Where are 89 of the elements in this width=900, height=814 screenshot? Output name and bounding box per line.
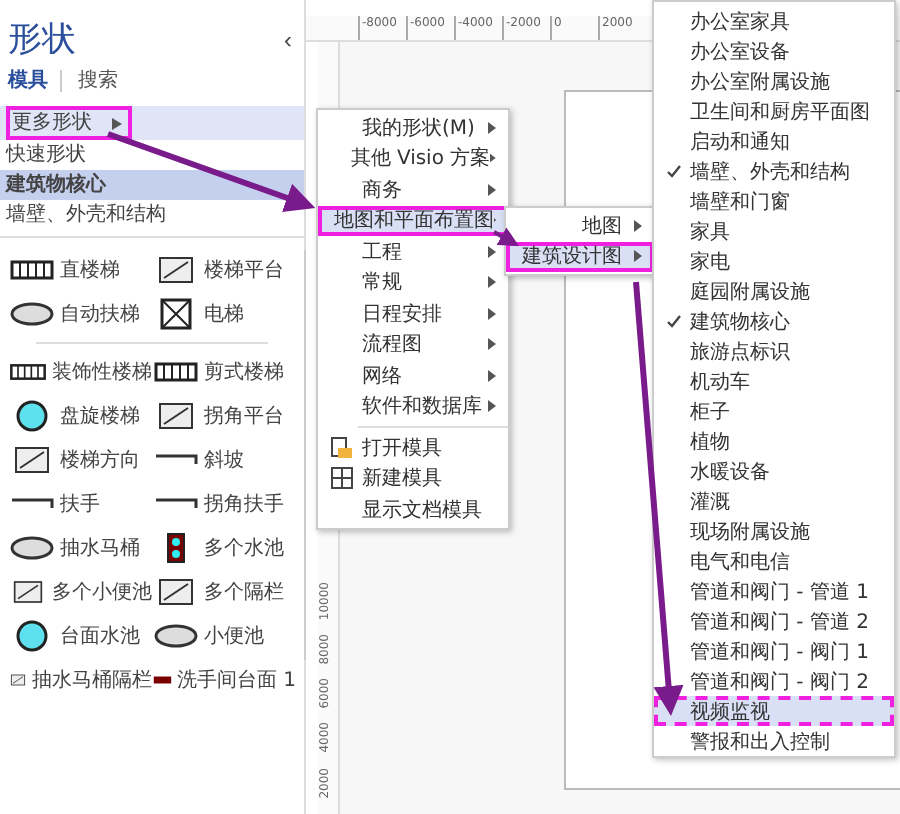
stencil-item[interactable]: 快速形状: [0, 140, 304, 170]
menu-item[interactable]: 商务: [318, 174, 508, 205]
shape-label: 电梯: [204, 301, 244, 328]
submenu-arrow-icon: [488, 400, 496, 413]
menu-item[interactable]: 流程图: [318, 329, 508, 360]
submenu-arrow-icon: [634, 219, 642, 232]
submenu-arrow-icon: [488, 245, 496, 258]
stencil-item[interactable]: 墙壁、外壳和结构: [0, 200, 304, 230]
shape-label: 抽水马桶: [60, 535, 140, 562]
submenu-arrow-icon: [490, 152, 496, 165]
menu-item[interactable]: 建筑设计图: [506, 241, 654, 272]
shape-label: 抽水马桶隔栏: [32, 667, 152, 694]
shape-label: 多个水池: [204, 535, 284, 562]
shape-label: 装饰性楼梯: [52, 359, 152, 386]
folder-icon: [330, 435, 354, 460]
round-shape-icon[interactable]: [8, 532, 56, 564]
submenu-arrow-icon: [488, 276, 496, 289]
frame-shape-icon[interactable]: [8, 576, 48, 608]
menu-item[interactable]: 柜子: [654, 396, 894, 426]
menu-item[interactable]: 水暖设备: [654, 456, 894, 486]
submenu-arrow-icon: [112, 117, 122, 129]
stencil-item[interactable]: 建筑物核心: [0, 170, 304, 200]
panel-tab[interactable]: 搜索: [78, 66, 130, 94]
menu-item[interactable]: 管道和阀门 - 管道 2: [654, 606, 894, 636]
menu-item[interactable]: 建筑物核心: [654, 306, 894, 336]
menu-item[interactable]: 卫生间和厨房平面图: [654, 96, 894, 126]
submenu-arrow-icon: [488, 369, 496, 382]
submenu-arrow-icon: [488, 307, 496, 320]
checkmark-icon: [666, 314, 682, 328]
menu-item[interactable]: 墙壁、外壳和结构: [654, 156, 894, 186]
menu-item[interactable]: 庭园附属设施: [654, 276, 894, 306]
panel-tab[interactable]: 模具: [8, 66, 60, 94]
shape-label: 多个隔栏: [204, 579, 284, 606]
shape-label: 剪式楼梯: [204, 359, 284, 386]
grid-icon: [330, 466, 354, 491]
menu-item[interactable]: 墙壁和门窗: [654, 186, 894, 216]
menu-item[interactable]: 显示文档模具: [318, 494, 508, 525]
checkmark-icon: [666, 164, 682, 178]
menu-item[interactable]: 地图和平面布置图: [318, 205, 508, 236]
shape-label: 楼梯方向: [60, 447, 140, 474]
menu-item[interactable]: 地图: [506, 210, 654, 241]
menu-item[interactable]: 电气和电信: [654, 546, 894, 576]
menu-item[interactable]: 警报和出入控制: [654, 726, 894, 756]
shape-label: 楼梯平台: [204, 257, 284, 284]
submenu-arrow-icon: [488, 183, 496, 196]
menu-item[interactable]: 工程: [318, 236, 508, 267]
shape-label: 台面水池: [60, 623, 140, 650]
annotation-arrow: [493, 227, 519, 246]
collapse-button[interactable]: ‹: [280, 25, 296, 53]
menu-item[interactable]: 网络: [318, 360, 508, 391]
shape-label: 自动扶梯: [60, 301, 140, 328]
menu-item[interactable]: 家具: [654, 216, 894, 246]
panel-title: 形状: [8, 18, 76, 62]
menu-item[interactable]: 管道和阀门 - 管道 1: [654, 576, 894, 606]
shape-label: 扶手: [60, 491, 100, 518]
menu-item[interactable]: 植物: [654, 426, 894, 456]
shape-label: 拐角平台: [204, 403, 284, 430]
menu-item[interactable]: 启动和通知: [654, 126, 894, 156]
menu-item[interactable]: 旅游点标识: [654, 336, 894, 366]
menu-item[interactable]: 办公室家具: [654, 6, 894, 36]
menu-item[interactable]: 日程安排: [318, 298, 508, 329]
menu-item[interactable]: 视频监视: [654, 696, 894, 726]
menu-item[interactable]: 管道和阀门 - 阀门 2: [654, 666, 894, 696]
shape-label: 拐角扶手: [204, 491, 284, 518]
shape-label: 小便池: [204, 623, 264, 650]
menu-item[interactable]: 打开模具: [318, 432, 508, 463]
menu-item[interactable]: 软件和数据库: [318, 391, 508, 422]
menu-item[interactable]: 灌溉: [654, 486, 894, 516]
shape-label: 洗手间台面 1: [176, 667, 296, 694]
menu-item[interactable]: 其他 Visio 方案: [318, 143, 508, 174]
stencil-item[interactable]: 更多形状: [0, 106, 304, 140]
menu-item[interactable]: 管道和阀门 - 阀门 1: [654, 636, 894, 666]
menu-item[interactable]: 家电: [654, 246, 894, 276]
shape-label: 直楼梯: [60, 257, 120, 284]
shape-label: 多个小便池: [52, 579, 152, 606]
menu-item[interactable]: 办公室附属设施: [654, 66, 894, 96]
submenu-arrow-icon: [488, 121, 496, 134]
submenu-arrow-icon: [488, 338, 496, 351]
menu-item[interactable]: 常规: [318, 267, 508, 298]
round-shape-icon[interactable]: [152, 620, 200, 652]
menu-item[interactable]: 我的形状(M): [318, 112, 508, 143]
shape-label: 盘旋楼梯: [60, 403, 140, 430]
menu-item[interactable]: 机动车: [654, 366, 894, 396]
shape-label: 斜坡: [204, 447, 244, 474]
submenu-arrow-icon: [634, 250, 642, 263]
round-shape-icon[interactable]: [8, 298, 56, 330]
menu-item[interactable]: 新建模具: [318, 463, 508, 494]
menu-item[interactable]: 现场附属设施: [654, 516, 894, 546]
menu-item[interactable]: 办公室设备: [654, 36, 894, 66]
